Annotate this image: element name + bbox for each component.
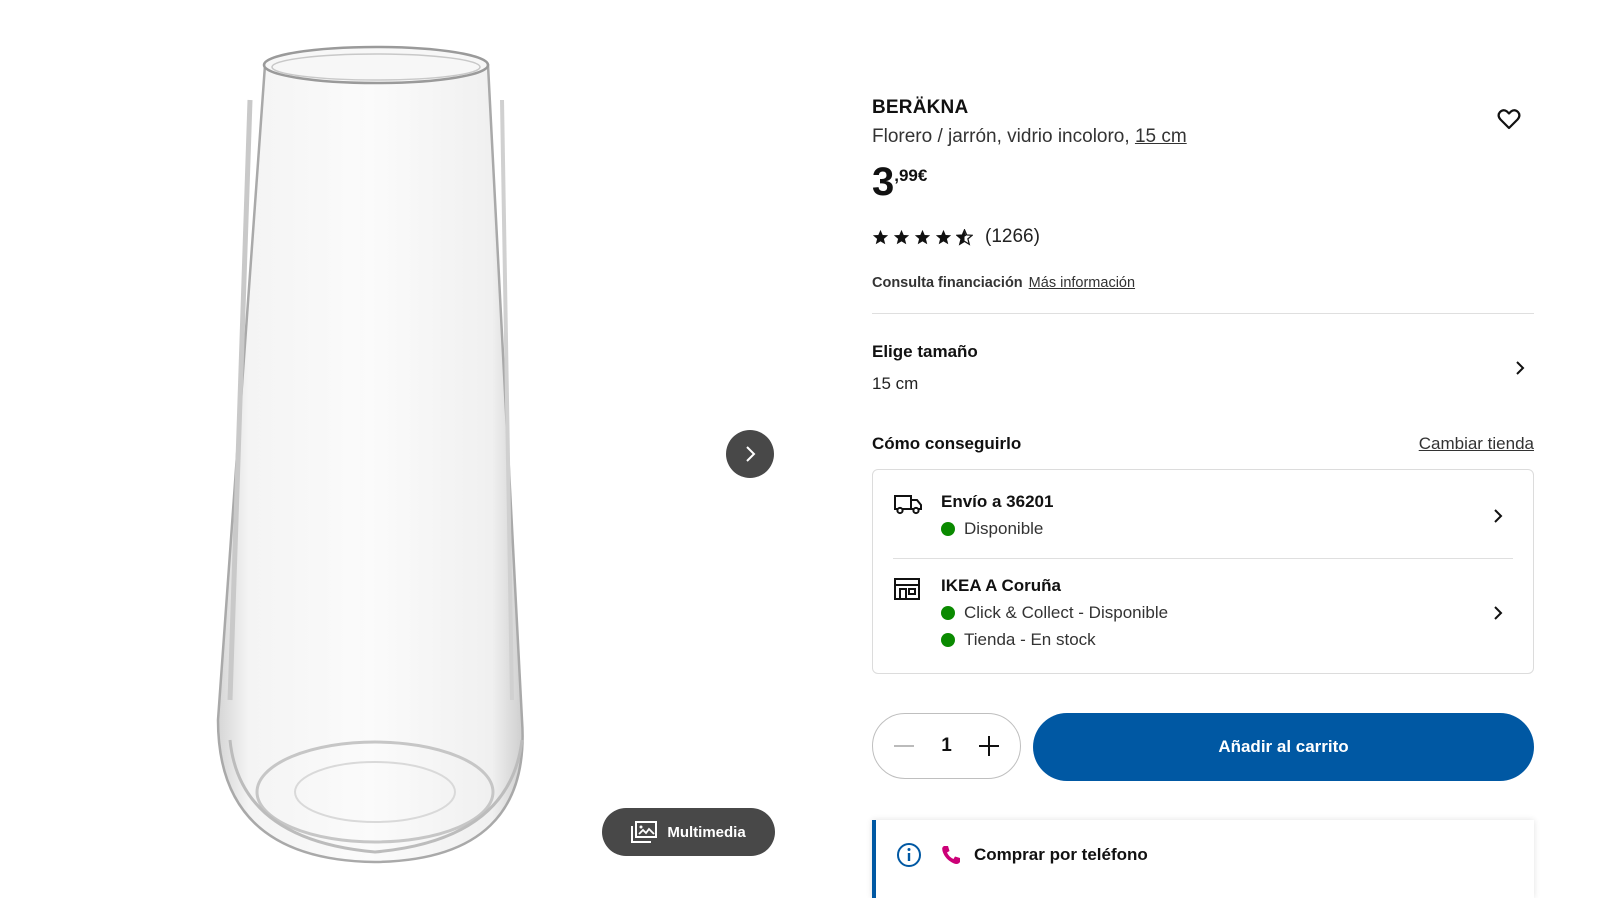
product-description: Florero / jarrón, vidrio incoloro, 15 cm	[872, 126, 1187, 148]
phone-order-banner[interactable]: Comprar por teléfono	[872, 820, 1534, 898]
product-description-text: Florero / jarrón, vidrio incoloro,	[872, 126, 1135, 147]
star-half-icon	[956, 228, 973, 246]
product-gallery: Multimedia	[0, 0, 800, 898]
plus-icon	[978, 736, 999, 756]
star-icon	[893, 229, 910, 244]
product-rating[interactable]: (1266)	[872, 226, 1040, 248]
product-price: 3 ,99€	[872, 160, 927, 204]
minus-icon	[894, 745, 914, 747]
rating-stars	[872, 228, 973, 246]
size-selector[interactable]: Elige tamaño 15 cm	[872, 330, 1534, 406]
financing-more-info-link[interactable]: Más información	[1029, 275, 1135, 291]
decrease-quantity-button[interactable]	[893, 735, 915, 757]
fulfillment-title: Cómo conseguirlo	[872, 434, 1022, 453]
product-image[interactable]	[210, 40, 540, 870]
chevron-right-icon	[746, 446, 756, 462]
delivery-option[interactable]: Envío a 36201 Disponible	[873, 470, 1533, 558]
phone-order-label: Comprar por teléfono	[974, 845, 1148, 864]
size-link[interactable]: 15 cm	[1135, 126, 1187, 147]
star-icon	[872, 229, 889, 244]
chevron-right-icon	[1516, 361, 1525, 375]
multimedia-label: Multimedia	[667, 823, 746, 841]
multimedia-button[interactable]: Multimedia	[602, 808, 775, 856]
delivery-status-text: Disponible	[964, 519, 1044, 538]
store-status-stock-text: Tienda - En stock	[964, 630, 1096, 649]
status-dot	[941, 633, 955, 647]
increase-quantity-button[interactable]	[978, 735, 1000, 757]
status-dot	[941, 522, 955, 536]
store-status-stock: Tienda - En stock	[941, 630, 1096, 650]
phone-order-content: Comprar por teléfono	[896, 842, 1148, 868]
review-count: (1266)	[985, 226, 1040, 247]
size-selector-title: Elige tamaño	[872, 342, 978, 361]
store-status-collect-text: Click & Collect - Disponible	[964, 603, 1169, 622]
add-to-cart-button[interactable]: Añadir al carrito	[1033, 713, 1534, 781]
chevron-right-icon	[1494, 509, 1503, 523]
status-dot	[941, 606, 955, 620]
star-icon	[935, 229, 952, 244]
star-icon	[914, 229, 931, 244]
store-title: IKEA A Coruña	[941, 576, 1061, 595]
heart-icon[interactable]	[1496, 106, 1522, 132]
phone-icon	[942, 846, 960, 864]
financing-row: Consulta financiación Más información	[872, 275, 1135, 291]
quantity-stepper: 1	[872, 713, 1021, 779]
delivery-status: Disponible	[941, 519, 1043, 539]
next-image-button[interactable]	[726, 430, 774, 478]
size-selector-value: 15 cm	[872, 374, 919, 393]
product-name: BERÄKNA	[872, 97, 969, 118]
store-status-collect: Click & Collect - Disponible	[941, 603, 1168, 623]
price-integer: 3	[872, 160, 895, 204]
delivery-title: Envío a 36201	[941, 492, 1054, 511]
price-decimal: ,99€	[894, 166, 928, 185]
quantity-value[interactable]: 1	[941, 735, 952, 757]
image-gallery-icon	[631, 821, 658, 843]
info-icon	[897, 843, 921, 867]
divider	[872, 313, 1534, 314]
financing-label: Consulta financiación	[872, 275, 1023, 291]
fulfillment-options: Envío a 36201 Disponible IKEA A Coruña C…	[872, 469, 1534, 674]
chevron-right-icon	[1494, 606, 1503, 620]
truck-icon	[894, 495, 922, 515]
store-option[interactable]: IKEA A Coruña Click & Collect - Disponib…	[873, 559, 1533, 673]
change-store-link[interactable]: Cambiar tienda	[1419, 434, 1534, 454]
store-icon	[894, 578, 920, 600]
